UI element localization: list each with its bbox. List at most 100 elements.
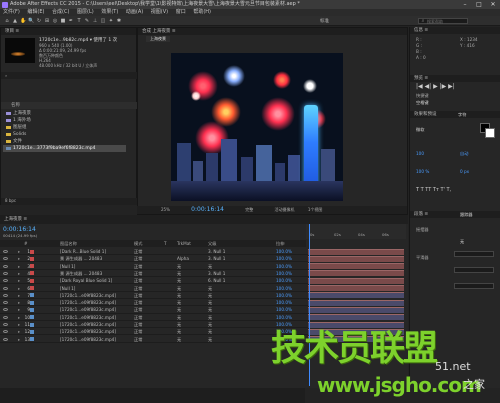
- twirl-arrow-icon[interactable]: ▸: [18, 292, 20, 298]
- twirl-arrow-icon[interactable]: ▸: [18, 277, 20, 283]
- layer-trkmat-select[interactable]: 无: [177, 299, 181, 305]
- leading-field[interactable]: 自动: [460, 151, 468, 157]
- layer-stretch-value[interactable]: 100.0%: [276, 285, 292, 291]
- layer-label-color[interactable]: [30, 307, 34, 312]
- layer-trkmat-select[interactable]: 无: [177, 321, 181, 327]
- layer-trkmat-select[interactable]: 无: [177, 336, 181, 342]
- layer-name[interactable]: [1720c1...e09f8823c.mp4]: [60, 321, 132, 327]
- pen-tool-icon[interactable]: ✒: [68, 18, 74, 24]
- camera-tool-icon[interactable]: ⊞: [44, 18, 50, 24]
- layer-name-header[interactable]: 图层名称: [60, 240, 77, 247]
- mode-header[interactable]: 模式: [134, 240, 142, 247]
- layer-parent-select[interactable]: 无: [208, 306, 212, 312]
- layer-parent-select[interactable]: 无: [208, 314, 212, 320]
- layer-trkmat-select[interactable]: 无: [177, 328, 181, 334]
- layer-name[interactable]: [1720c1...e09f8823c.mp4]: [60, 292, 132, 298]
- project-tab[interactable]: 项目 ≡: [1, 28, 136, 35]
- layer-label-color[interactable]: [30, 300, 34, 305]
- composition-tab[interactable]: 合成 上海夜景 ≡: [138, 28, 407, 35]
- bpc-label[interactable]: 8 bpc: [5, 198, 16, 203]
- brush-tool-icon[interactable]: ✎: [84, 18, 90, 24]
- effects-presets-tab[interactable]: 效果和预设: [410, 111, 500, 118]
- layer-parent-select[interactable]: 无: [208, 263, 212, 269]
- visibility-eye-icon[interactable]: [3, 337, 8, 341]
- layer-name[interactable]: [1720c1...e09f8823c.mp4]: [60, 314, 132, 320]
- project-search[interactable]: ⌕: [1, 72, 138, 79]
- preview-tab[interactable]: 预览 ≡: [410, 75, 500, 82]
- home-icon[interactable]: ⌂: [4, 18, 10, 24]
- project-item[interactable]: Solids: [3, 131, 126, 138]
- baseline-field[interactable]: 0 px: [460, 169, 469, 174]
- layer-mode-select[interactable]: 正常: [134, 255, 142, 261]
- layer-label-color[interactable]: [30, 337, 34, 342]
- twirl-arrow-icon[interactable]: ▸: [18, 285, 20, 291]
- menu-effect[interactable]: 效果(T): [101, 9, 118, 15]
- minimize-button[interactable]: –: [458, 0, 472, 9]
- project-item[interactable]: 图层组: [3, 124, 126, 131]
- visibility-eye-icon[interactable]: [3, 323, 8, 326]
- layer-mode-select[interactable]: 正常: [134, 285, 142, 291]
- layer-stretch-value[interactable]: 100.0%: [276, 306, 292, 312]
- layer-name[interactable]: 景 源生成器 ... 20483: [60, 270, 132, 276]
- twirl-arrow-icon[interactable]: ▸: [18, 270, 20, 276]
- twirl-arrow-icon[interactable]: ▸: [18, 328, 20, 334]
- layer-name[interactable]: [Dark Royal Blue Solid 1]: [60, 277, 132, 283]
- layer-stretch-value[interactable]: 100.0%: [276, 270, 292, 276]
- text-style-buttons[interactable]: T T TT Tт T' T,: [416, 187, 451, 193]
- camera-select[interactable]: 活动摄像机: [275, 207, 295, 212]
- layer-stretch-value[interactable]: 100.0%: [276, 292, 292, 298]
- visibility-eye-icon[interactable]: [3, 330, 8, 334]
- pan-behind-tool-icon[interactable]: ◎: [52, 18, 58, 24]
- layer-label-color[interactable]: [30, 256, 34, 261]
- timeline-layer-row[interactable]: ▸ 13 [1720c1...e09f8823c.mp4] 正常无无 100.0%: [0, 336, 308, 343]
- character-tab[interactable]: 字符: [458, 111, 466, 118]
- layer-stretch-value[interactable]: 100.0%: [276, 248, 292, 254]
- layer-mode-select[interactable]: 正常: [134, 248, 142, 254]
- layer-mode-select[interactable]: 正常: [134, 306, 142, 312]
- layer-label-color[interactable]: [30, 315, 34, 320]
- timeline-layer-row[interactable]: ▸ 12 [1720c1...e09f8823c.mp4] 正常无无 100.0%: [0, 328, 308, 336]
- layer-mode-select[interactable]: 正常: [134, 277, 142, 283]
- menu-help[interactable]: 帮助(H): [193, 9, 211, 15]
- visibility-eye-icon[interactable]: [3, 271, 8, 275]
- timeline-layer-row[interactable]: ▸ 5 [Dark Royal Blue Solid 1] 正常无 6. Null 11…: [0, 277, 308, 285]
- layer-parent-select[interactable]: 6. Null 1: [208, 277, 225, 283]
- layer-duration-bar[interactable]: [308, 306, 404, 313]
- magnitude-field[interactable]: [454, 267, 494, 273]
- smoother-field[interactable]: [454, 251, 494, 257]
- layer-trkmat-select[interactable]: 无: [177, 314, 181, 320]
- layer-name[interactable]: [1720c1...e09f8823c.mp4]: [60, 299, 132, 305]
- parent-header[interactable]: 父级: [208, 240, 216, 247]
- menu-window[interactable]: 窗口: [176, 9, 186, 15]
- layer-trkmat-select[interactable]: 无: [177, 285, 181, 291]
- layer-label-color[interactable]: [30, 249, 34, 254]
- visibility-eye-icon[interactable]: [3, 286, 8, 290]
- layer-label-color[interactable]: [30, 271, 34, 276]
- name-column-header[interactable]: 名称: [11, 103, 20, 108]
- layer-duration-bar[interactable]: [308, 263, 404, 270]
- visibility-eye-icon[interactable]: [3, 279, 8, 283]
- layer-stretch-value[interactable]: 100.0%: [276, 277, 292, 283]
- puppet-tool-icon[interactable]: ✱: [116, 18, 122, 24]
- layer-label-color[interactable]: [30, 278, 34, 283]
- layer-parent-select[interactable]: 3. Null 1: [208, 248, 225, 254]
- mode-select[interactable]: 无: [460, 239, 464, 245]
- layer-mode-select[interactable]: 正常: [134, 292, 142, 298]
- layer-duration-bar[interactable]: [308, 299, 404, 306]
- layer-label-color[interactable]: [30, 322, 34, 327]
- visibility-eye-icon[interactable]: [3, 264, 8, 268]
- layer-duration-bar[interactable]: [308, 270, 404, 277]
- layer-stretch-value[interactable]: 100.0%: [276, 255, 292, 261]
- twirl-arrow-icon[interactable]: ▸: [18, 336, 20, 342]
- composition-canvas[interactable]: [171, 53, 343, 201]
- layer-name[interactable]: [Null 1]: [60, 285, 132, 291]
- stretch-header[interactable]: 拉伸: [276, 240, 284, 247]
- twirl-arrow-icon[interactable]: ▸: [18, 321, 20, 327]
- resolution-select[interactable]: 完整: [245, 207, 253, 212]
- visibility-eye-icon[interactable]: [3, 257, 8, 261]
- layer-parent-select[interactable]: 3. Null 1: [208, 255, 225, 261]
- menu-file[interactable]: 文件(F): [3, 9, 20, 15]
- layer-label-color[interactable]: [30, 329, 34, 334]
- visibility-eye-icon[interactable]: [3, 308, 8, 312]
- info-tab[interactable]: 信息 ≡: [410, 27, 500, 34]
